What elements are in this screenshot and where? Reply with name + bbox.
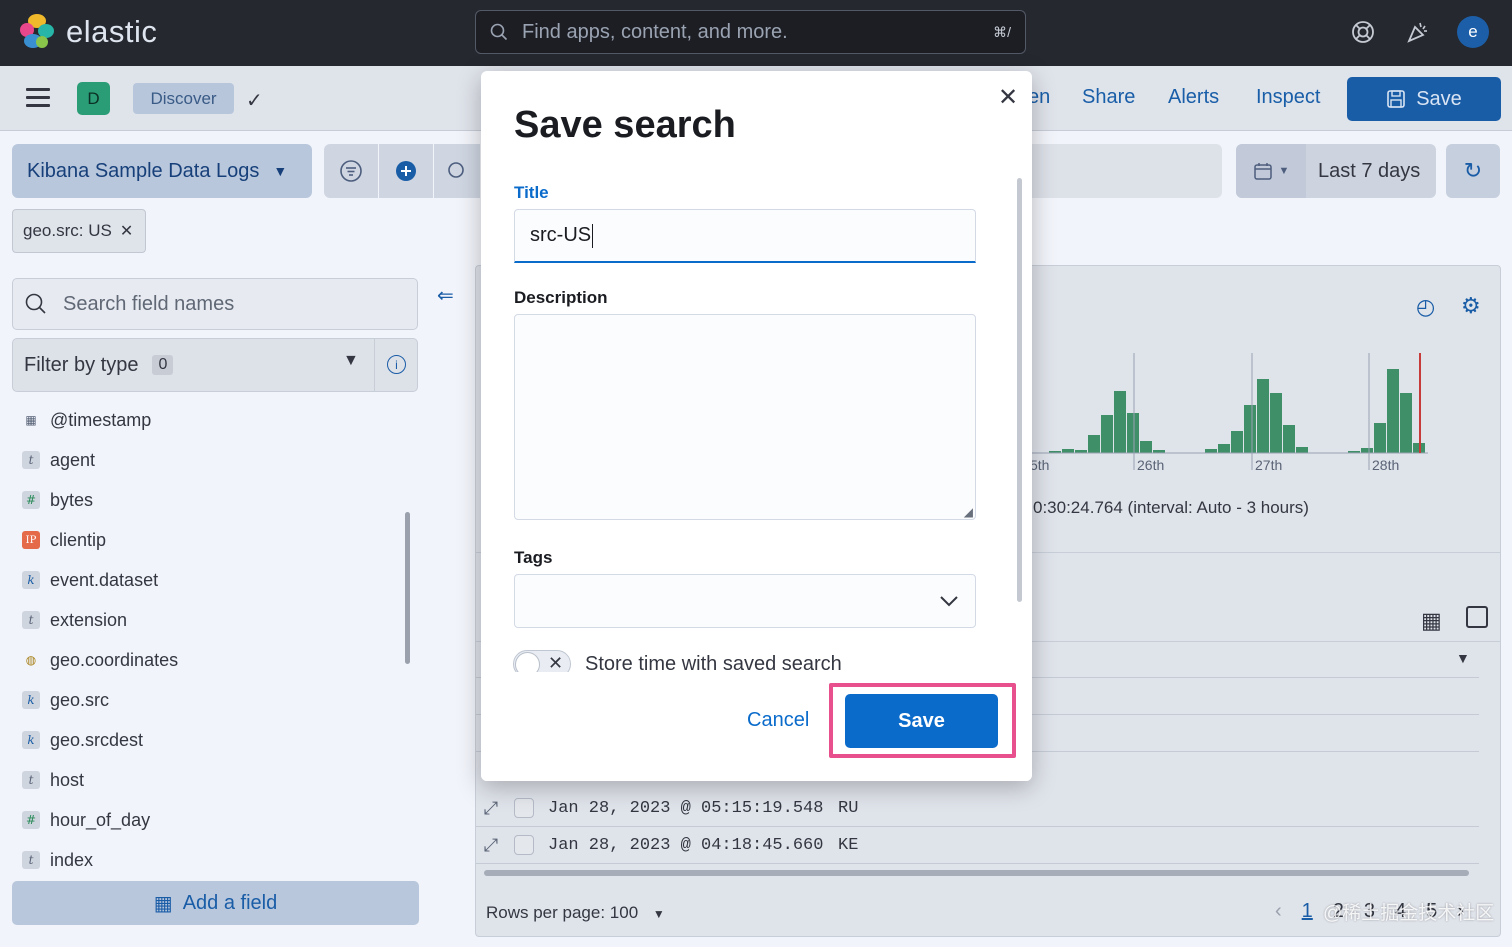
title-label: Title bbox=[514, 183, 549, 202]
watermark: @稀土掘金技术社区 bbox=[1323, 903, 1495, 924]
highlight-box bbox=[829, 683, 1016, 758]
resize-handle-icon[interactable]: ◢ bbox=[964, 505, 973, 519]
tags-label: Tags bbox=[514, 548, 553, 567]
description-textarea[interactable]: ◢ bbox=[514, 314, 976, 520]
newsfeed-icon[interactable] bbox=[1404, 18, 1432, 46]
modal-title: Save search bbox=[514, 104, 736, 146]
help-icon[interactable] bbox=[1349, 18, 1377, 46]
global-search-input[interactable]: Find apps, content, and more. ⌘/ bbox=[475, 10, 1026, 54]
modal-scrollbar[interactable] bbox=[1017, 178, 1022, 602]
description-label: Description bbox=[514, 288, 608, 307]
search-placeholder: Find apps, content, and more. bbox=[522, 20, 788, 43]
close-icon[interactable]: ✕ bbox=[998, 83, 1018, 112]
text-caret bbox=[592, 223, 594, 248]
brand-name: elastic bbox=[66, 14, 158, 49]
cancel-button[interactable]: Cancel bbox=[747, 709, 809, 732]
title-input-value: src-US bbox=[530, 224, 592, 246]
chevron-down-icon bbox=[940, 596, 958, 607]
user-avatar[interactable]: e bbox=[1457, 16, 1489, 48]
search-shortcut: ⌘/ bbox=[993, 23, 1011, 40]
title-input[interactable]: src-US bbox=[514, 209, 976, 263]
elastic-logo-icon bbox=[20, 14, 56, 50]
elastic-logo[interactable]: elastic bbox=[20, 14, 157, 50]
search-icon bbox=[490, 23, 508, 41]
cross-icon: ✕ bbox=[548, 653, 564, 673]
tags-select[interactable] bbox=[514, 574, 976, 628]
